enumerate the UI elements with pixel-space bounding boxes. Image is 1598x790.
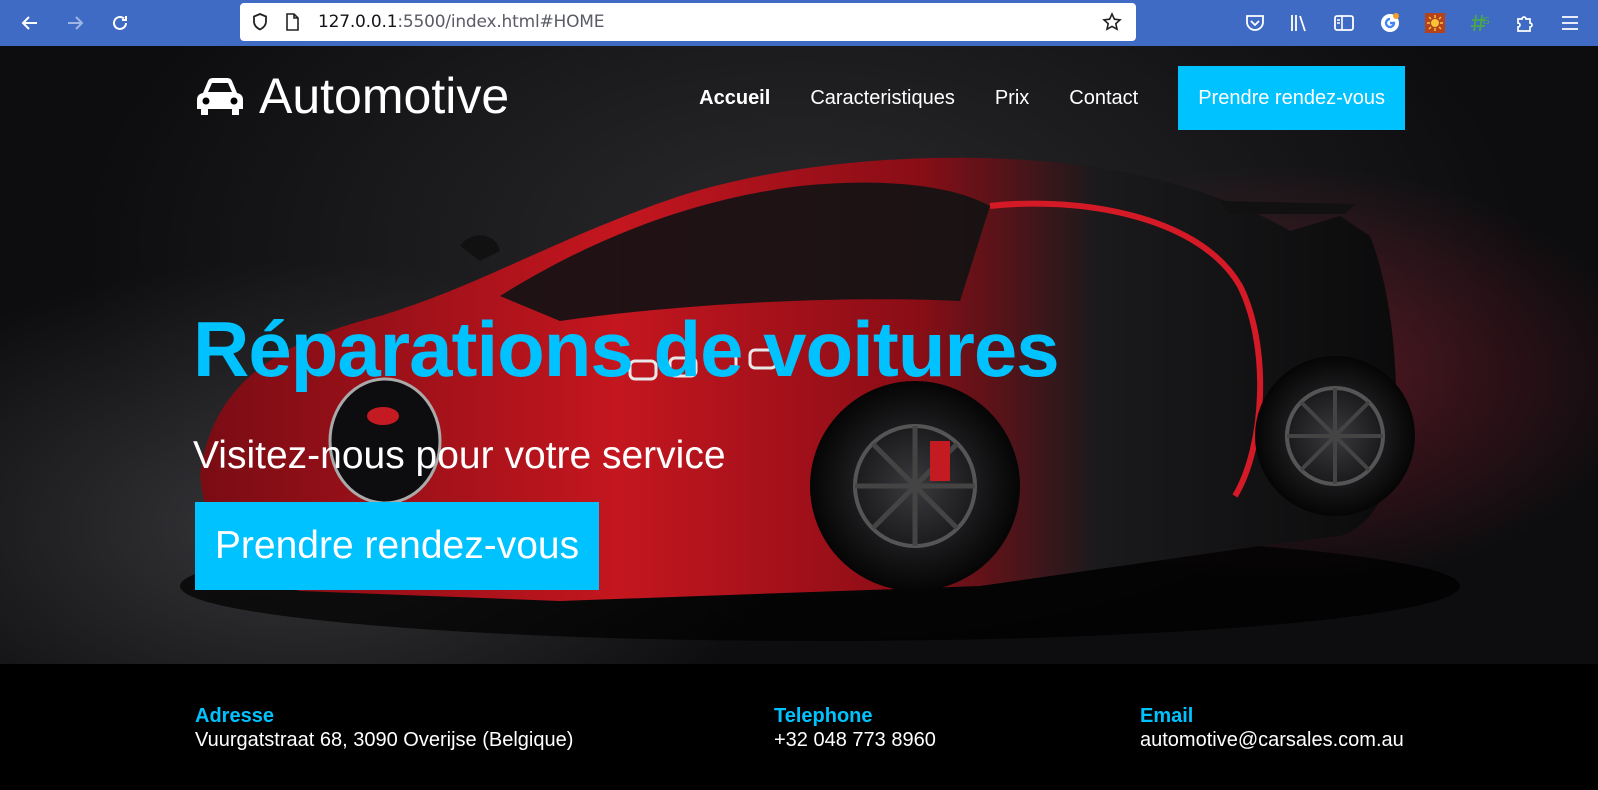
- hero-section: Automotive Accueil Caracteristiques Prix…: [0, 46, 1598, 664]
- back-arrow-icon[interactable]: [15, 8, 45, 38]
- nav-item-prix[interactable]: Prix: [995, 87, 1029, 110]
- address-bar[interactable]: 127.0.0.1:5500/index.html#HOME: [240, 3, 1136, 41]
- library-icon[interactable]: [1286, 10, 1312, 36]
- google-extension-icon[interactable]: [1377, 10, 1403, 36]
- shield-icon[interactable]: [250, 12, 270, 32]
- sidebar-icon[interactable]: [1331, 10, 1357, 36]
- car-icon: [195, 75, 245, 117]
- hero-subtitle: Visitez-nous pour votre service: [193, 434, 726, 477]
- url-host: 127.0.0.1: [318, 12, 398, 32]
- forward-arrow-icon[interactable]: [60, 8, 90, 38]
- nav-item-caracteristiques[interactable]: Caracteristiques: [810, 87, 955, 110]
- email-label: Email: [1140, 705, 1194, 727]
- page-icon[interactable]: [282, 12, 302, 32]
- top-navigation: Automotive Accueil Caracteristiques Prix…: [0, 46, 1598, 156]
- footer-phone: Telephone +32 048 773 8960: [774, 704, 936, 752]
- footer-contact-bar: Adresse Vuurgatstraat 68, 3090 Overijse …: [0, 664, 1598, 790]
- footer-email: Email automotive@carsales.com.au: [1140, 704, 1404, 752]
- sun-extension-icon[interactable]: [1422, 10, 1448, 36]
- svg-text:G: G: [1482, 16, 1490, 27]
- puzzle-icon[interactable]: [1512, 10, 1538, 36]
- brand-name: Automotive: [259, 68, 510, 124]
- main-menu: Accueil Caracteristiques Prix Contact Pr…: [659, 66, 1405, 130]
- nav-item-contact[interactable]: Contact: [1069, 87, 1138, 110]
- hero-title: Réparations de voitures: [193, 305, 1060, 393]
- phone-label: Telephone: [774, 705, 873, 727]
- nav-item-accueil[interactable]: Accueil: [699, 87, 770, 110]
- phone-value[interactable]: +32 048 773 8960: [774, 728, 936, 752]
- hero-appointment-button[interactable]: Prendre rendez-vous: [195, 502, 599, 590]
- address-label: Adresse: [195, 705, 274, 727]
- nav-appointment-button[interactable]: Prendre rendez-vous: [1178, 66, 1405, 130]
- reload-icon[interactable]: [105, 8, 135, 38]
- browser-toolbar: 127.0.0.1:5500/index.html#HOME G: [0, 0, 1598, 46]
- hashtag-extension-icon[interactable]: G: [1467, 10, 1493, 36]
- url-path: :5500/index.html#HOME: [397, 12, 605, 32]
- menu-icon[interactable]: [1557, 10, 1583, 36]
- pocket-icon[interactable]: [1242, 10, 1268, 36]
- email-value[interactable]: automotive@carsales.com.au: [1140, 728, 1404, 752]
- address-value: Vuurgatstraat 68, 3090 Overijse (Belgiqu…: [195, 729, 574, 751]
- star-icon[interactable]: [1102, 12, 1122, 32]
- brand-logo[interactable]: Automotive: [195, 68, 509, 124]
- footer-address: Adresse Vuurgatstraat 68, 3090 Overijse …: [195, 704, 573, 752]
- url-text[interactable]: 127.0.0.1:5500/index.html#HOME: [318, 3, 604, 41]
